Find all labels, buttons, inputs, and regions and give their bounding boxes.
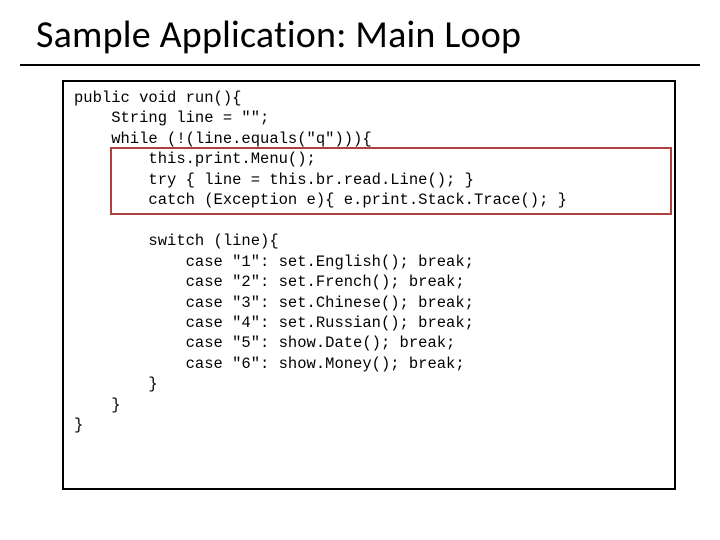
code-line: switch (line){ [74, 232, 279, 250]
code-line: } [74, 416, 83, 434]
code-line: String line = ""; [74, 109, 269, 127]
code-line: } [74, 375, 158, 393]
slide: Sample Application: Main Loop public voi… [0, 0, 720, 540]
code-line: case "3": set.Chinese(); break; [74, 294, 474, 312]
code-line: case "1": set.English(); break; [74, 253, 474, 271]
code-line: case "2": set.French(); break; [74, 273, 465, 291]
code-line: case "4": set.Russian(); break; [74, 314, 474, 332]
code-line: case "5": show.Date(); break; [74, 334, 455, 352]
title-divider [20, 64, 700, 66]
code-line: } [74, 396, 121, 414]
page-title: Sample Application: Main Loop [0, 0, 720, 64]
code-line: case "6": show.Money(); break; [74, 355, 465, 373]
code-line: while (!(line.equals("q"))){ [74, 130, 372, 148]
code-block: public void run(){ String line = ""; whi… [64, 88, 674, 436]
code-line: public void run(){ [74, 89, 241, 107]
highlight-box [110, 147, 672, 215]
code-container: public void run(){ String line = ""; whi… [62, 80, 676, 490]
